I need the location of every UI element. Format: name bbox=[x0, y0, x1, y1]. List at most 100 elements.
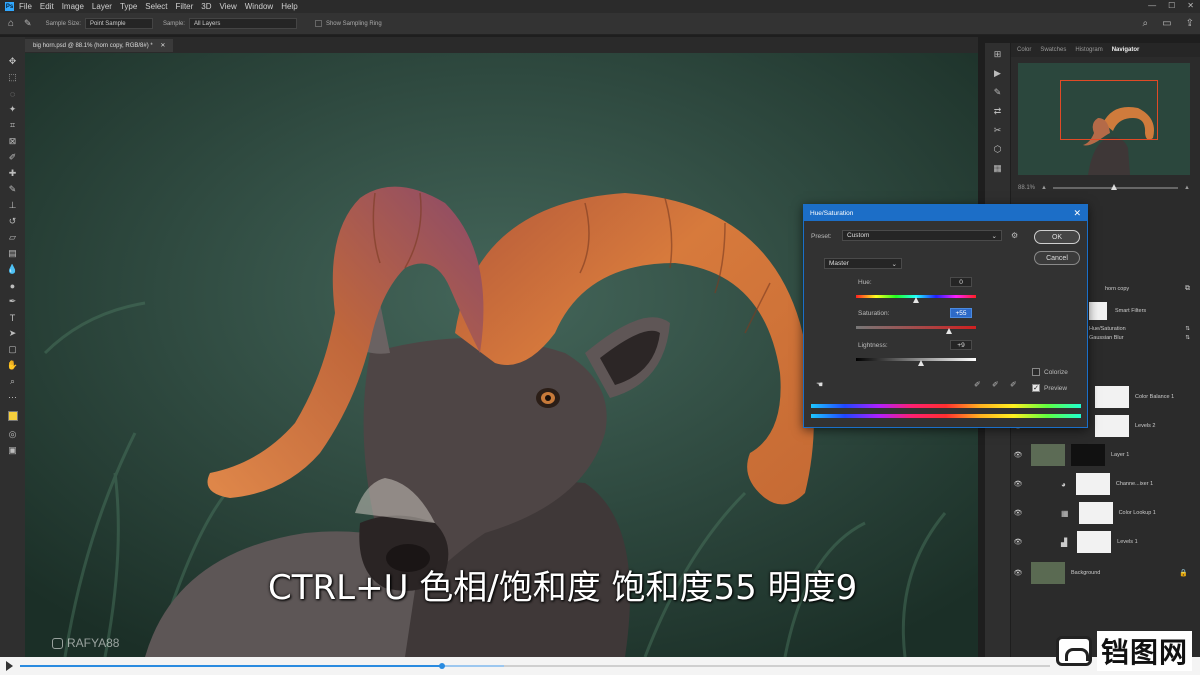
minimize-icon[interactable]: — bbox=[1148, 1, 1156, 10]
zoom-slider[interactable] bbox=[1052, 184, 1179, 190]
layer-row[interactable]: 👁 Layer 1 bbox=[1011, 442, 1200, 468]
brush-settings-icon[interactable]: ✎ bbox=[994, 87, 1002, 98]
menu-help[interactable]: Help bbox=[281, 2, 297, 11]
lasso-tool-icon[interactable]: ◌ bbox=[6, 87, 20, 100]
document-tab[interactable]: big horn.psd @ 88.1% (horn copy, RGB/8#)… bbox=[25, 38, 174, 52]
tab-histogram[interactable]: Histogram bbox=[1075, 47, 1102, 53]
channel-select[interactable]: Master ⌄ bbox=[824, 258, 902, 269]
eyedropper-minus-icon[interactable]: ✐ bbox=[1010, 380, 1017, 389]
dodge-tool-icon[interactable]: ● bbox=[6, 279, 20, 292]
eyedropper-tool-icon[interactable]: ✎ bbox=[24, 18, 32, 29]
sample-select[interactable]: All Layers bbox=[188, 18, 297, 29]
layer-row[interactable]: 👁 ▟ Levels 1 bbox=[1011, 529, 1200, 555]
video-progress-handle[interactable] bbox=[439, 663, 446, 669]
type-tool-icon[interactable]: T bbox=[6, 311, 20, 324]
shape-tool-icon[interactable]: ▢ bbox=[6, 343, 20, 356]
smart-filter-hue-saturation[interactable]: Hue/Saturation bbox=[1089, 326, 1126, 332]
close-tab-icon[interactable]: ✕ bbox=[160, 43, 165, 49]
properties-panel-icon[interactable]: ▦ bbox=[993, 163, 1002, 174]
saturation-slider-track[interactable] bbox=[856, 326, 976, 329]
search-icon[interactable]: ⌕ bbox=[1143, 18, 1149, 29]
eraser-tool-icon[interactable]: ▱ bbox=[6, 231, 20, 244]
dialog-close-icon[interactable]: ✕ bbox=[1073, 208, 1081, 219]
foreground-background-swatch[interactable] bbox=[6, 407, 20, 425]
menu-image[interactable]: Image bbox=[62, 2, 84, 11]
crop-tool-icon[interactable]: ⌗ bbox=[6, 119, 20, 132]
menu-window[interactable]: Window bbox=[245, 2, 273, 11]
zoom-percentage[interactable]: 88.1% bbox=[1018, 185, 1035, 191]
visibility-eye-icon[interactable]: 👁 bbox=[1011, 569, 1025, 577]
zoom-slider-thumb[interactable] bbox=[1110, 184, 1117, 190]
share-icon[interactable]: ⇪ bbox=[1186, 18, 1194, 29]
menu-layer[interactable]: Layer bbox=[92, 2, 112, 11]
more-tools-icon[interactable]: ⋯ bbox=[6, 391, 20, 404]
hue-slider-thumb[interactable] bbox=[913, 297, 919, 303]
pen-tool-icon[interactable]: ✒ bbox=[6, 295, 20, 308]
lightness-value-field[interactable]: +9 bbox=[950, 340, 972, 350]
tab-swatches[interactable]: Swatches bbox=[1040, 47, 1066, 53]
targeted-adjustment-hand-icon[interactable]: ☚ bbox=[816, 380, 823, 389]
history-panel-icon[interactable]: ⊞ bbox=[994, 49, 1002, 60]
cancel-button[interactable]: Cancel bbox=[1034, 251, 1080, 265]
close-icon[interactable]: ✕ bbox=[1187, 1, 1194, 10]
video-progress-track[interactable] bbox=[20, 663, 1050, 669]
filter-options-icon[interactable]: ⇅ bbox=[1185, 335, 1190, 341]
smart-filter-gaussian-blur[interactable]: Gaussian Blur bbox=[1089, 335, 1124, 341]
tab-navigator[interactable]: Navigator bbox=[1112, 47, 1140, 53]
menu-type[interactable]: Type bbox=[120, 2, 137, 11]
play-icon[interactable] bbox=[6, 661, 13, 671]
show-sampling-ring-checkbox[interactable] bbox=[314, 20, 322, 27]
quick-mask-icon[interactable]: ◎ bbox=[6, 428, 20, 441]
eyedropper-plus-icon[interactable]: ✐ bbox=[992, 380, 999, 389]
eyedropper-icon[interactable]: ✐ bbox=[6, 151, 20, 164]
menu-select[interactable]: Select bbox=[145, 2, 167, 11]
menu-edit[interactable]: Edit bbox=[40, 2, 54, 11]
hue-value-field[interactable]: 0 bbox=[950, 277, 972, 287]
filter-options-icon[interactable]: ⇅ bbox=[1185, 326, 1190, 332]
preset-select[interactable]: Custom ⌄ bbox=[842, 230, 1002, 241]
visibility-eye-icon[interactable]: 👁 bbox=[1011, 480, 1025, 488]
visibility-eye-icon[interactable]: 👁 bbox=[1011, 538, 1025, 546]
foreground-color-swatch[interactable] bbox=[7, 411, 18, 421]
preset-options-gear-icon[interactable]: ⚙ bbox=[1011, 231, 1018, 240]
navigator-view-rectangle[interactable] bbox=[1060, 80, 1158, 140]
visibility-eye-icon[interactable]: 👁 bbox=[1011, 451, 1025, 459]
tab-color[interactable]: Color bbox=[1017, 47, 1031, 53]
layer-row[interactable]: 👁 Background 🔒 bbox=[1011, 560, 1200, 586]
menu-filter[interactable]: Filter bbox=[176, 2, 194, 11]
blur-tool-icon[interactable]: 💧 bbox=[6, 263, 20, 276]
healing-brush-icon[interactable]: ✚ bbox=[6, 167, 20, 180]
home-icon[interactable]: ⌂ bbox=[8, 18, 14, 29]
ok-button[interactable]: OK bbox=[1034, 230, 1080, 244]
3d-panel-icon[interactable]: ⬡ bbox=[994, 144, 1002, 155]
paths-panel-icon[interactable]: ✂ bbox=[994, 125, 1002, 136]
gradient-tool-icon[interactable]: ▤ bbox=[6, 247, 20, 260]
move-tool-icon[interactable]: ✥ bbox=[6, 55, 20, 68]
visibility-eye-icon[interactable]: 👁 bbox=[1011, 509, 1025, 517]
preview-checkbox[interactable]: ✓ bbox=[1032, 384, 1040, 392]
menu-3d[interactable]: 3D bbox=[201, 2, 211, 11]
lightness-slider-track[interactable] bbox=[856, 358, 976, 361]
hand-tool-icon[interactable]: ✋ bbox=[6, 359, 20, 372]
history-brush-icon[interactable]: ↺ bbox=[6, 215, 20, 228]
layer-row[interactable]: 👁 ◕ Channe...ixer 1 bbox=[1011, 471, 1200, 497]
sample-size-select[interactable]: Point Sample bbox=[84, 18, 153, 29]
zoom-tool-icon[interactable]: ⌕ bbox=[6, 375, 20, 388]
zoom-out-icon[interactable]: ▲ bbox=[1041, 185, 1047, 191]
layer-row[interactable]: 👁 ▦ Color Lookup 1 bbox=[1011, 500, 1200, 526]
clone-stamp-icon[interactable]: ⊥ bbox=[6, 199, 20, 212]
actions-panel-icon[interactable]: ▶ bbox=[994, 68, 1001, 79]
eyedropper-icon[interactable]: ✐ bbox=[974, 380, 981, 389]
zoom-in-icon[interactable]: ▲ bbox=[1184, 185, 1190, 191]
navigator-preview[interactable] bbox=[1018, 63, 1190, 175]
workspace-icon[interactable]: ▭ bbox=[1162, 18, 1171, 29]
menu-view[interactable]: View bbox=[220, 2, 237, 11]
quick-select-tool-icon[interactable]: ✦ bbox=[6, 103, 20, 116]
menu-file[interactable]: File bbox=[19, 2, 32, 11]
saturation-slider-thumb[interactable] bbox=[946, 328, 952, 334]
frame-tool-icon[interactable]: ⊠ bbox=[6, 135, 20, 148]
saturation-value-field[interactable]: +55 bbox=[950, 308, 972, 318]
screen-mode-icon[interactable]: ▣ bbox=[6, 444, 20, 457]
colorize-checkbox[interactable] bbox=[1032, 368, 1040, 376]
marquee-tool-icon[interactable]: ⬚ bbox=[6, 71, 20, 84]
